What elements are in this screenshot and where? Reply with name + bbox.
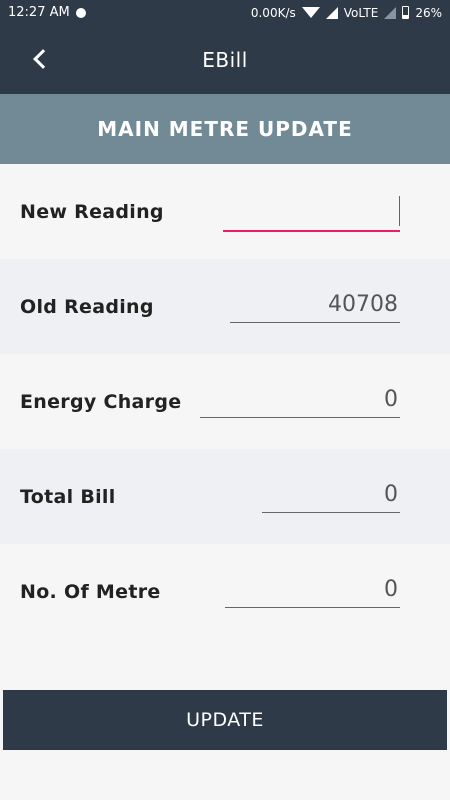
notification-dot-icon xyxy=(75,7,86,18)
total-bill-value: 0 xyxy=(384,482,398,507)
section-header: MAIN METRE UPDATE xyxy=(0,94,450,164)
no-of-metre-label: No. Of Metre xyxy=(20,580,161,603)
signal-icon xyxy=(325,6,338,19)
battery-icon xyxy=(402,6,410,19)
new-reading-input[interactable] xyxy=(223,196,400,232)
no-of-metre-field[interactable]: 0 xyxy=(225,572,400,608)
text-cursor xyxy=(399,196,400,226)
energy-charge-label: Energy Charge xyxy=(20,390,182,413)
total-bill-row: Total Bill 0 xyxy=(0,449,450,544)
status-left: 12:27 AM xyxy=(8,5,86,20)
update-button[interactable]: UPDATE xyxy=(3,690,447,750)
app-bar: EBill xyxy=(0,25,450,94)
energy-charge-value: 0 xyxy=(384,387,398,412)
old-reading-label: Old Reading xyxy=(20,295,154,318)
status-time: 12:27 AM xyxy=(8,5,70,20)
total-bill-label: Total Bill xyxy=(20,485,116,508)
new-reading-label: New Reading xyxy=(20,200,164,223)
wifi-icon xyxy=(301,7,320,18)
no-of-metre-row: No. Of Metre 0 xyxy=(0,544,450,639)
total-bill-field[interactable]: 0 xyxy=(262,477,400,513)
old-reading-value: 40708 xyxy=(328,292,398,317)
network-speed: 0.00K/s xyxy=(250,5,296,20)
battery-percent: 26% xyxy=(415,5,442,20)
no-of-metre-value: 0 xyxy=(384,577,398,602)
back-button[interactable] xyxy=(28,47,53,71)
energy-charge-row: Energy Charge 0 xyxy=(0,354,450,449)
network-type: VoLTE xyxy=(343,5,379,20)
chevron-left-icon xyxy=(33,49,53,69)
status-right: 0.00K/s VoLTE 26% xyxy=(251,6,442,20)
status-bar: 12:27 AM 0.00K/s VoLTE 26% xyxy=(0,0,450,25)
old-reading-row: Old Reading 40708 xyxy=(0,259,450,354)
app-title: EBill xyxy=(202,47,248,72)
old-reading-field[interactable]: 40708 xyxy=(230,287,400,323)
new-reading-row: New Reading xyxy=(0,164,450,259)
energy-charge-field[interactable]: 0 xyxy=(200,382,400,418)
section-title: MAIN METRE UPDATE xyxy=(97,117,353,141)
signal-icon-secondary xyxy=(384,6,397,19)
